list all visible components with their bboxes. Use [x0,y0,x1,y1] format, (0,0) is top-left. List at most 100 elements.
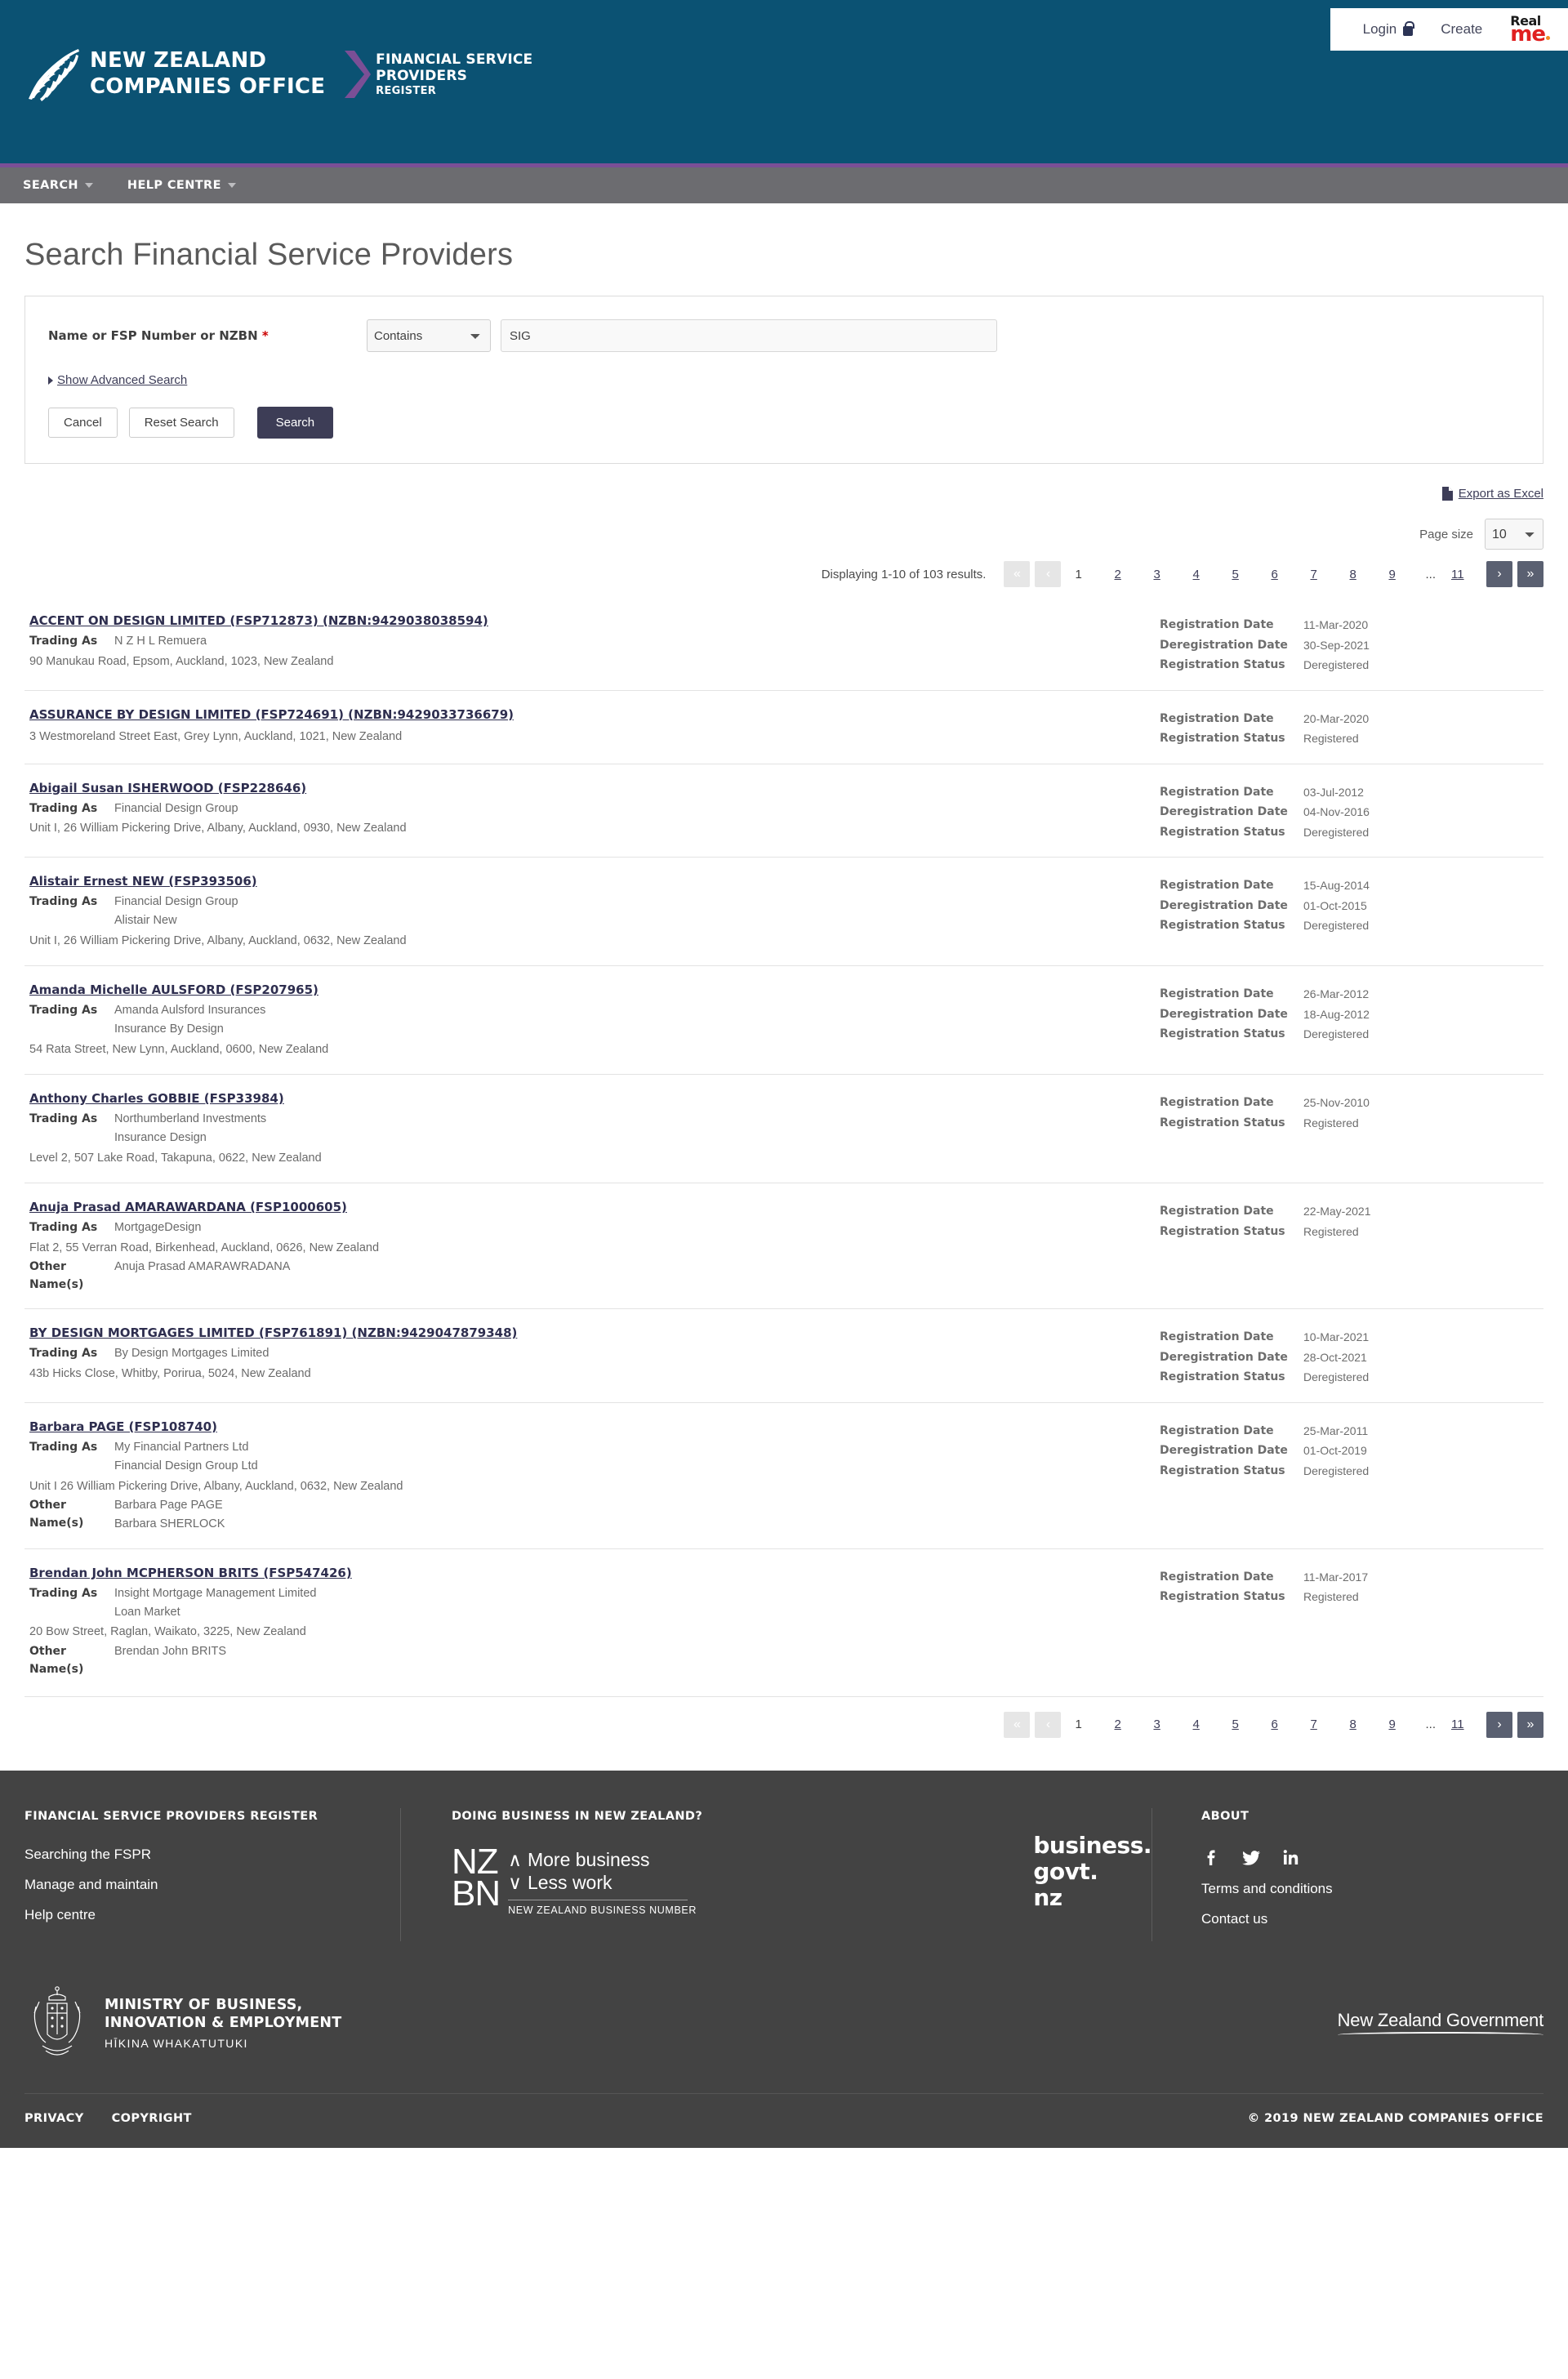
footer-link-copyright[interactable]: COPYRIGHT [112,2112,192,2125]
result-row: Alistair Ernest NEW (FSP393506) Trading A… [24,857,1544,965]
login-button[interactable]: Login [1363,20,1415,38]
registration-status-label-row: Registration Status Registered [1160,728,1544,749]
document-icon [1441,487,1453,501]
result-title-link[interactable]: Abigail Susan ISHERWOOD (FSP228646) [29,781,306,795]
pagination-page-4[interactable]: 4 [1192,568,1214,581]
trading-as-value: N Z H L Remuera [114,635,207,648]
pagination-page-8[interactable]: 8 [1349,1717,1370,1731]
pagination-first-button[interactable]: « [1004,1711,1031,1738]
pagination-page-8[interactable]: 8 [1349,568,1370,581]
footer-link-privacy[interactable]: PRIVACY [24,2112,84,2125]
business-govt-nz-logo[interactable]: business. govt. nz [1033,1832,1152,1941]
nz-coat-of-arms-icon [33,1986,81,2056]
result-title-link[interactable]: ASSURANCE BY DESIGN LIMITED (FSP724691) … [29,707,514,722]
pagination-page-3[interactable]: 3 [1153,1717,1174,1731]
match-mode-select[interactable]: Contains [367,319,491,352]
search-input[interactable] [501,319,997,352]
result-title-link[interactable]: Amanda Michelle AULSFORD (FSP207965) [29,982,318,997]
result-details: Alistair Ernest NEW (FSP393506) Trading A… [24,874,1160,951]
pagination-page-4[interactable]: 4 [1192,1717,1214,1731]
other-names-values: Barbara Page PAGE Barbara SHERLOCK [114,1496,225,1534]
result-registration-info: Registration Date 15-Aug-2014 Deregistrati… [1160,874,1544,951]
registration-date-label: Registration Date [1160,1205,1274,1218]
pagination-page-last[interactable]: 11 [1451,568,1472,581]
pagination-page-2[interactable]: 2 [1114,568,1135,581]
register-line-1: FINANCIAL SERVICE [376,51,533,68]
result-details: BY DESIGN MORTGAGES LIMITED (FSP761891) … [24,1325,1160,1388]
footer-link-help-centre[interactable]: Help centre [24,1907,368,1923]
pagination-page-6[interactable]: 6 [1271,568,1292,581]
pagination-page-7[interactable]: 7 [1310,568,1331,581]
pagination-page-2[interactable]: 2 [1114,1717,1135,1731]
trading-as-values: MortgageDesign [114,1218,201,1237]
pagination-page-1: 1 [1075,1717,1082,1732]
registration-status-label: Registration Status [1160,1027,1285,1040]
pagination-page-3[interactable]: 3 [1153,568,1174,581]
registration-status-value: Registered [1303,1116,1359,1129]
registration-status-label: Registration Status [1160,1590,1285,1604]
page-body: Search Financial Service Providers Name … [0,238,1568,1759]
registration-status-label: Registration Status [1160,732,1285,745]
result-title-link[interactable]: Brendan John MCPHERSON BRITS (FSP547426) [29,1566,352,1580]
pagination-next-button[interactable]: › [1486,1711,1512,1738]
search-buttons: Cancel Reset Search Search [48,407,1520,439]
registration-status-label: Registration Status [1160,1116,1285,1129]
footer-link-searching-fspr[interactable]: Searching the FSPR [24,1847,368,1863]
search-button[interactable]: Search [256,407,334,439]
cancel-button[interactable]: Cancel [48,408,118,438]
export-as-excel-link[interactable]: Export as Excel [1441,487,1544,501]
reset-search-button[interactable]: Reset Search [128,408,234,438]
footer-link-terms[interactable]: Terms and conditions [1201,1881,1544,1897]
mbie-line-2: INNOVATION & EMPLOYMENT [105,2015,342,2032]
realme-logo: Real me [1510,14,1550,45]
pagination-last-button[interactable]: » [1517,1711,1544,1738]
deregistration-date-label: Deregistration Date [1160,1007,1288,1021]
registration-date-value: 22-May-2021 [1303,1205,1371,1218]
linkedin-icon[interactable] [1280,1847,1301,1868]
result-title-link[interactable]: ACCENT ON DESIGN LIMITED (FSP712873) (NZ… [29,613,488,628]
chevron-right-icon [48,376,53,385]
pagination-page-6[interactable]: 6 [1271,1717,1292,1731]
pagination-prev-button[interactable]: ‹ [1035,1711,1062,1738]
nav-item-help-centre[interactable]: HELP CENTRE [127,179,236,192]
footer-link-manage-maintain[interactable]: Manage and maintain [24,1877,368,1893]
other-names-label: Other Name(s) [29,1498,84,1530]
nav-item-search[interactable]: SEARCH [23,179,93,192]
pagination-next-button[interactable]: › [1486,561,1512,587]
facebook-icon[interactable] [1201,1847,1223,1868]
result-title-link[interactable]: Barbara PAGE (FSP108740) [29,1419,217,1434]
create-account-button[interactable]: Create [1441,21,1482,38]
registration-status-value: Deregistered [1303,1370,1370,1384]
pagination-page-7[interactable]: 7 [1310,1717,1331,1731]
result-title-link[interactable]: Alistair Ernest NEW (FSP393506) [29,874,257,889]
pagination-first-button[interactable]: « [1004,561,1031,587]
trading-as-block: Trading As MortgageDesign [29,1218,1160,1237]
deregistration-date-value: 04-Nov-2016 [1303,805,1370,818]
advanced-search-label: Show Advanced Search [57,373,188,387]
nzbn-tagline-more-text: More business [527,1848,650,1870]
result-title-link[interactable]: Anthony Charles GOBBIE (FSP33984) [29,1091,284,1106]
registration-status-label-row: Registration Status Registered [1160,1113,1544,1134]
pagination-last-button[interactable]: » [1517,561,1544,587]
result-registration-info: Registration Date 11-Mar-2017 Registration… [1160,1566,1544,1678]
advanced-search-toggle[interactable]: Show Advanced Search [48,373,1520,387]
result-row: ACCENT ON DESIGN LIMITED (FSP712873) (NZ… [24,602,1544,690]
result-title-link[interactable]: Anuja Prasad AMARAWARDANA (FSP1000605) [29,1200,347,1214]
result-details: Anthony Charles GOBBIE (FSP33984) Trading… [24,1091,1160,1168]
registration-date-value: 26-Mar-2012 [1303,987,1370,1000]
trading-as-value: Insurance Design [114,1130,207,1144]
pagination-page-9[interactable]: 9 [1388,568,1410,581]
pagination-page-5[interactable]: 5 [1232,568,1253,581]
pagination-page-9[interactable]: 9 [1388,1717,1410,1731]
result-title-link[interactable]: BY DESIGN MORTGAGES LIMITED (FSP761891) … [29,1325,517,1340]
footer-link-contact-us[interactable]: Contact us [1201,1911,1544,1927]
brand-line-2: COMPANIES OFFICE [90,74,326,99]
twitter-icon[interactable] [1241,1847,1262,1868]
pagination-page-5[interactable]: 5 [1232,1717,1253,1731]
pagination-page-last[interactable]: 11 [1451,1717,1472,1731]
pagination-prev-button[interactable]: ‹ [1035,561,1062,587]
nz-government-logo[interactable]: New Zealand Government [1337,2010,1544,2038]
page-size-select[interactable]: 10 [1485,519,1544,550]
trading-as-block: Trading As Amanda Aulsford Insurances Insu… [29,1001,1160,1039]
nzbn-logo[interactable]: NZ BN ∧ More business ∨ Less work NEW ZE… [452,1844,898,1916]
